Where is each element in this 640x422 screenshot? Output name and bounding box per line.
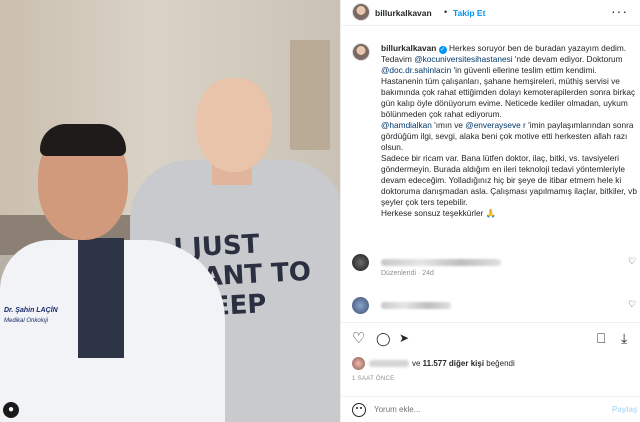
caption-line: Herkese sonsuz teşekkürler 🙏 bbox=[381, 208, 497, 218]
post-photo[interactable]: I JUST WANT TO SLEEP Dr. Şahin LAÇİN Med… bbox=[0, 0, 340, 422]
commenter-avatar[interactable] bbox=[352, 297, 369, 314]
caption-line: Herkes soruyor ben de buradan yazayım de… bbox=[448, 43, 627, 53]
comment-item: ♡ bbox=[341, 254, 640, 274]
photo-coat-name: Dr. Şahin LAÇİN bbox=[4, 307, 58, 314]
emoji-icon[interactable] bbox=[352, 403, 366, 417]
post-time[interactable]: 1 SAAT ÖNCE bbox=[352, 376, 394, 382]
blurred-liker-name bbox=[369, 360, 409, 367]
more-options-icon[interactable]: ··· bbox=[611, 3, 628, 19]
likes-summary: ve 11.577 diğer kişi beğendi bbox=[341, 357, 640, 373]
photo-coat-title: Medikal Onkoloji bbox=[4, 318, 49, 324]
post-header: billurkalkavan • Takip Et ··· bbox=[341, 0, 640, 26]
blurred-comment bbox=[381, 259, 501, 266]
comment-like-icon[interactable]: ♡ bbox=[628, 256, 636, 267]
comment-composer: Paylaş bbox=[341, 396, 640, 422]
mention-link[interactable]: @kocuniversitesihastanesi bbox=[414, 54, 512, 64]
verified-badge-icon: ✓ bbox=[438, 46, 447, 54]
comment-icon[interactable]: ◯ bbox=[376, 331, 391, 346]
caption-line: 'in güvenli ellerine teslim ettim kendim… bbox=[451, 65, 597, 75]
share-icon[interactable]: ➤ bbox=[399, 331, 409, 346]
photo-door bbox=[290, 40, 330, 150]
commenter-avatar[interactable] bbox=[352, 254, 369, 271]
tagged-user-icon[interactable]: ● bbox=[3, 402, 19, 418]
caption-text: billurkalkavan ✓ Herkes soruyor ben de b… bbox=[381, 43, 637, 219]
like-icon[interactable]: ♡ bbox=[352, 331, 365, 346]
liker-avatar[interactable] bbox=[352, 357, 365, 370]
comment-like-icon[interactable]: ♡ bbox=[628, 299, 636, 310]
likes-text-prefix: ve bbox=[412, 359, 423, 368]
mention-link[interactable]: @hamdialkan bbox=[381, 120, 432, 130]
download-icon[interactable]: ⤓ bbox=[621, 331, 627, 346]
comment-input[interactable] bbox=[374, 405, 594, 414]
comment-item: ♡ bbox=[341, 297, 640, 317]
caption-line: 'nde devam ediyor. Doktorum bbox=[512, 54, 623, 64]
author-username[interactable]: billurkalkavan bbox=[375, 8, 432, 18]
caption-line: Sadece bir ricam var. Bana lütfen doktor… bbox=[381, 153, 637, 207]
photo-man-shirt bbox=[78, 238, 124, 358]
save-icon[interactable]: ⎕ bbox=[597, 331, 605, 346]
action-bar: ♡ ◯ ➤ ⎕ ⤓ bbox=[341, 322, 640, 352]
likes-text: ve 11.577 diğer kişi beğendi bbox=[412, 359, 515, 368]
likes-text-suffix: beğendi bbox=[484, 359, 515, 368]
photo-woman-head bbox=[196, 78, 272, 172]
follow-button[interactable]: Takip Et bbox=[453, 8, 485, 18]
photo-man-hair bbox=[40, 124, 126, 156]
mention-link[interactable]: @doc.dr.sahinlacin bbox=[381, 65, 451, 75]
caption-line: Hastanenin tüm çalışanları, şahane hemşi… bbox=[381, 76, 636, 119]
header-separator: • bbox=[444, 7, 448, 17]
caption-username[interactable]: billurkalkavan bbox=[381, 43, 436, 53]
caption-line: 'ımın ve bbox=[431, 120, 466, 130]
caption-line: Tedavim bbox=[381, 54, 415, 64]
likes-count[interactable]: 11.577 diğer kişi bbox=[423, 359, 484, 368]
post-side-panel: billurkalkavan • Takip Et ··· billurkalk… bbox=[340, 0, 640, 422]
blurred-comment bbox=[381, 302, 451, 309]
mention-link[interactable]: @enverayseve r bbox=[465, 120, 526, 130]
post-comment-button[interactable]: Paylaş bbox=[612, 405, 637, 414]
author-avatar[interactable] bbox=[352, 3, 370, 21]
caption-avatar[interactable] bbox=[352, 43, 370, 61]
